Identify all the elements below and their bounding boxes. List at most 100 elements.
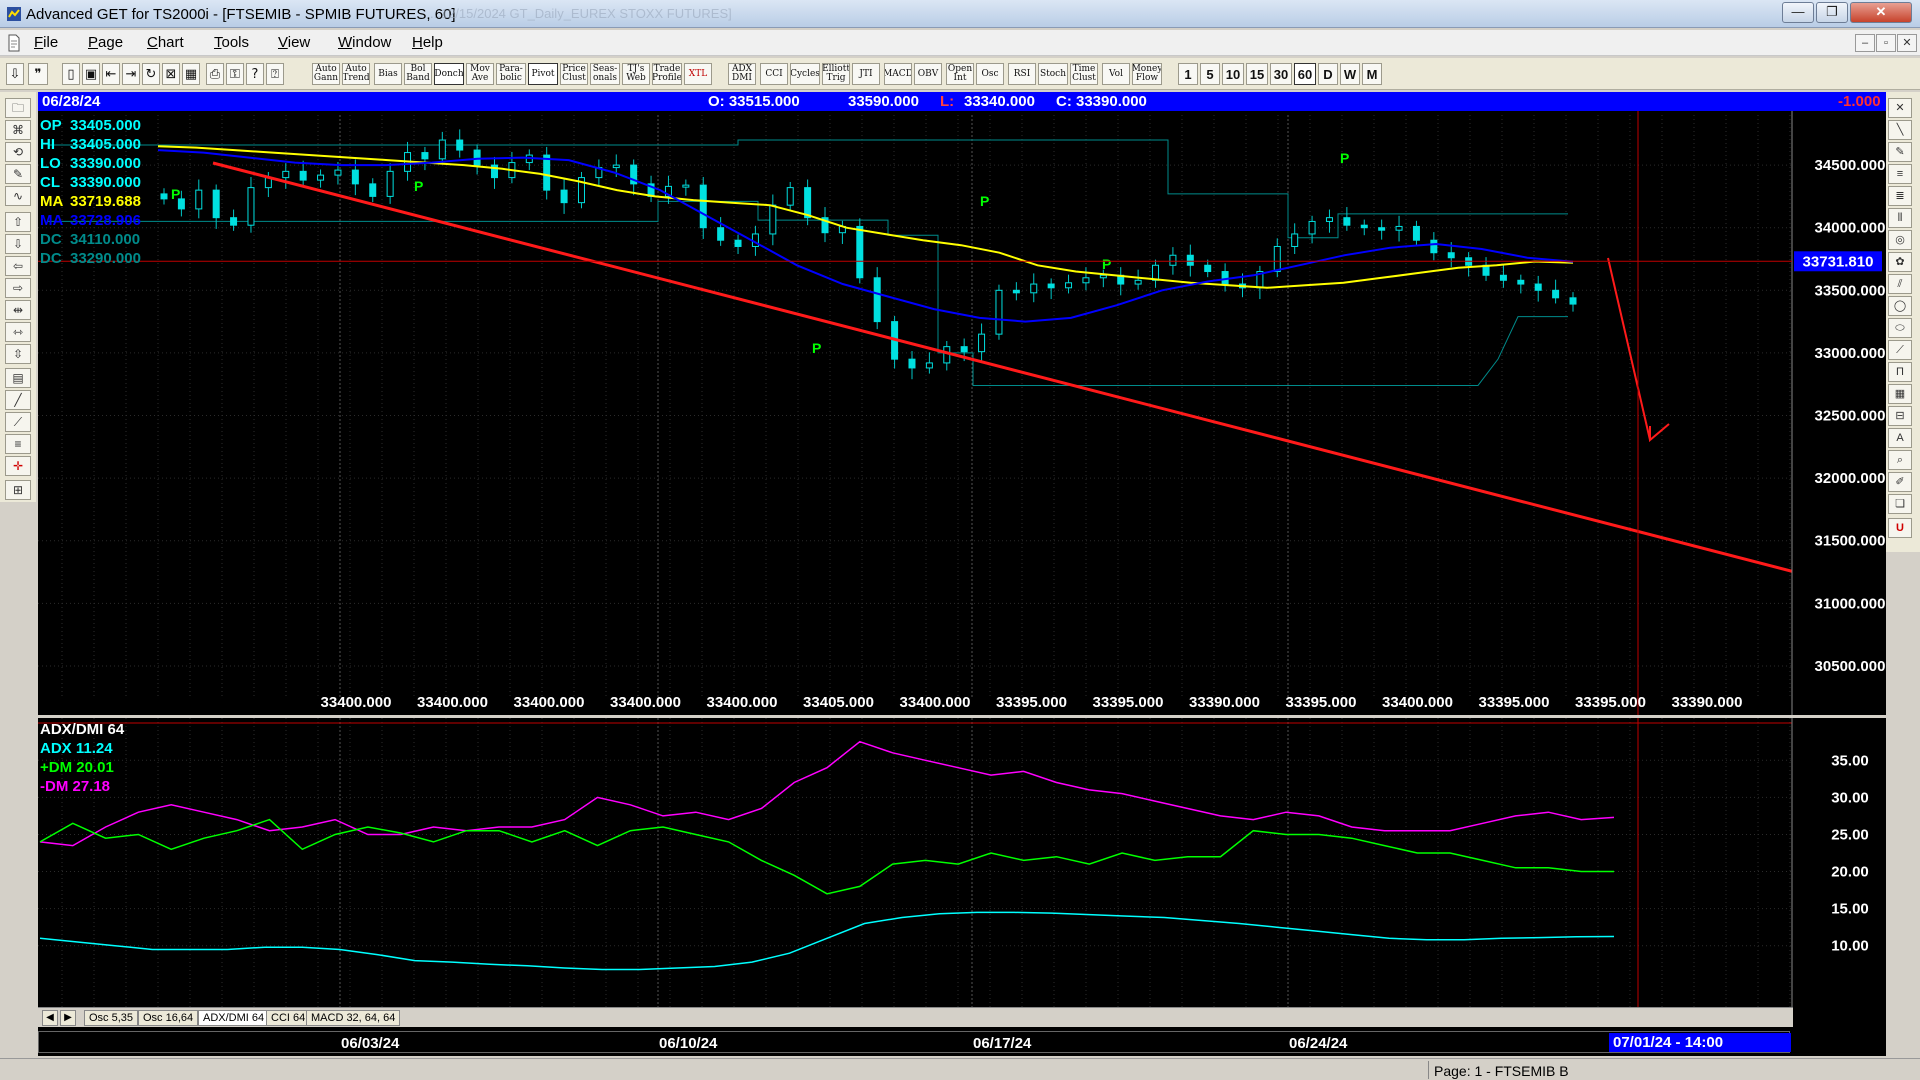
study-money-flow-button[interactable]: Money Flow [1132,63,1162,85]
menu-tools[interactable]: Tools [214,34,249,51]
study-xtl-button[interactable]: XTL [684,63,712,85]
timeframe-weekly-button[interactable]: W [1340,63,1360,85]
timeframe-30-button[interactable]: 30 [1270,63,1292,85]
study-trade-profile-button[interactable]: Trade Profile [652,63,682,85]
study-cci-button[interactable]: CCI [760,63,788,85]
refresh-icon[interactable]: ↻ [142,63,160,85]
timeframe-15-button[interactable]: 15 [1246,63,1268,85]
channel-icon[interactable]: ⫽ [1888,274,1912,294]
study-donch-button[interactable]: Donch [434,63,464,85]
study-time-clust-button[interactable]: Time Clust [1070,63,1098,85]
timeframe-daily-button[interactable]: D [1318,63,1338,85]
quote-icon[interactable]: ❞ [28,63,48,85]
grid-tool-icon[interactable]: ▦ [1888,384,1912,404]
copy-page-icon[interactable]: ▣ [82,63,100,85]
study-open-int-button[interactable]: Open Int [946,63,974,85]
menu-page[interactable]: Page [88,34,123,51]
tab-macd[interactable]: MACD 32, 64, 64 [306,1010,401,1026]
study-parabolic-button[interactable]: Para-bolic [496,63,526,85]
study-tjs-web-button[interactable]: TJ's Web [622,63,650,85]
compress-icon[interactable]: ⇹ [5,300,31,320]
menu-chart[interactable]: Chart [147,34,184,51]
arrow-down-icon[interactable]: ⇩ [5,234,31,254]
open-folder-icon[interactable]: 🗀 [5,98,31,118]
timeframe-60-button[interactable]: 60 [1294,63,1316,85]
mdi-minimize-button[interactable]: – [1855,34,1875,52]
study-vol-button[interactable]: Vol [1102,63,1130,85]
gann-icon[interactable]: ⟋ [5,412,31,432]
fib-retracement-icon[interactable]: ≡ [1888,164,1912,184]
lock-icon[interactable]: ⚿ [226,63,244,85]
mdi-close-button[interactable]: ✕ [1897,34,1917,52]
highlight-icon[interactable]: ✐ [1888,472,1912,492]
ellipse-icon[interactable]: ⬭ [1888,318,1912,338]
zoom-icon[interactable]: ⌕ [1888,450,1912,470]
mdi-restore-button[interactable]: ▫ [1876,34,1896,52]
pencil-icon[interactable]: ✎ [1888,142,1912,162]
tab-scroll-left-icon[interactable]: ◀ [42,1010,58,1026]
arrow-right-icon[interactable]: ⇨ [5,278,31,298]
text-tool-icon[interactable]: A [1888,428,1912,448]
minimize-button[interactable]: — [1782,2,1814,23]
study-seasonals-button[interactable]: Seas-onals [590,63,620,85]
document-icon[interactable] [6,34,22,52]
menu-window[interactable]: Window [338,34,391,51]
magnet-icon[interactable]: U [1888,518,1912,538]
forward-icon[interactable]: ⇥ [122,63,140,85]
study-stoch-button[interactable]: Stoch [1038,63,1068,85]
timeframe-1-button[interactable]: 1 [1178,63,1198,85]
study-mov-ave-button[interactable]: Mov Ave [466,63,494,85]
maximize-button[interactable]: ❐ [1816,2,1848,23]
study-rsi-button[interactable]: RSI [1008,63,1036,85]
menu-view[interactable]: View [278,34,310,51]
tab-osc-16-64[interactable]: Osc 16,64 [138,1010,199,1026]
study-bol-band-button[interactable]: Bol Band [404,63,432,85]
fib-time-icon[interactable]: ⦀ [1888,208,1912,228]
properties-icon[interactable]: ⊞ [5,480,31,500]
study-bias-button[interactable]: Bias [374,63,402,85]
study-osc-button[interactable]: Osc [976,63,1004,85]
speed-lines-icon[interactable]: ⟋ [1888,340,1912,360]
print-icon[interactable]: ⎙ [206,63,224,85]
menu-help[interactable]: Help [412,34,443,51]
expand-icon[interactable]: ⇿ [5,322,31,342]
arrow-left-icon[interactable]: ⇦ [5,256,31,276]
delete-drawing-icon[interactable]: ✕ [1888,98,1912,118]
pattern-icon[interactable]: ⌘ [5,120,31,140]
new-page-icon[interactable]: ▯ [62,63,80,85]
close-button[interactable]: ✕ [1850,2,1912,23]
study-adx-dmi-button[interactable]: ADX DMI [728,63,756,85]
table-icon[interactable]: ▤ [5,368,31,388]
fib-extension-icon[interactable]: ≣ [1888,186,1912,206]
study-obv-button[interactable]: OBV [914,63,942,85]
scale-icon[interactable]: ⇳ [5,344,31,364]
timeframe-monthly-button[interactable]: M [1362,63,1382,85]
target-icon[interactable]: ◎ [1888,230,1912,250]
context-help-icon[interactable]: ⍰ [266,63,284,85]
study-macd-button[interactable]: MACD [884,63,912,85]
trendline-icon[interactable]: ╲ [1888,120,1912,140]
study-jti-button[interactable]: JTI [852,63,880,85]
pointer-tool-icon[interactable]: ⇩ [6,63,24,85]
delete-icon[interactable]: ⊠ [162,63,180,85]
help-icon[interactable]: ? [246,63,264,85]
menu-file[interactable]: File [34,34,58,51]
back-icon[interactable]: ⇤ [102,63,120,85]
tab-osc-5-35[interactable]: Osc 5,35 [84,1010,139,1026]
price-chart[interactable]: P P P P P P 34500.000 34000.000 33500.000 33000.… [38,111,1886,715]
circle-icon[interactable]: ◯ [1888,296,1912,316]
arrow-up-icon[interactable]: ⇧ [5,212,31,232]
lines-icon[interactable]: ╱ [5,390,31,410]
color-icon[interactable]: ✿ [1888,252,1912,272]
timeframe-5-button[interactable]: 5 [1200,63,1220,85]
study-pivot-button[interactable]: Pivot [528,63,558,85]
crosshair-icon[interactable]: ✛ [5,456,31,476]
fibonacci-icon[interactable]: ≡ [5,434,31,454]
grid-icon[interactable]: ▦ [182,63,200,85]
mob-icon[interactable]: ⊟ [1888,406,1912,426]
study-icon[interactable]: ✎ [5,164,31,184]
timeframe-10-button[interactable]: 10 [1222,63,1244,85]
tab-cci-64[interactable]: CCI 64 [266,1010,311,1026]
pti-icon[interactable]: Π [1888,362,1912,382]
adx-dmi-chart[interactable]: 35.00 30.00 25.00 20.00 15.00 10.00 [38,718,1886,1007]
